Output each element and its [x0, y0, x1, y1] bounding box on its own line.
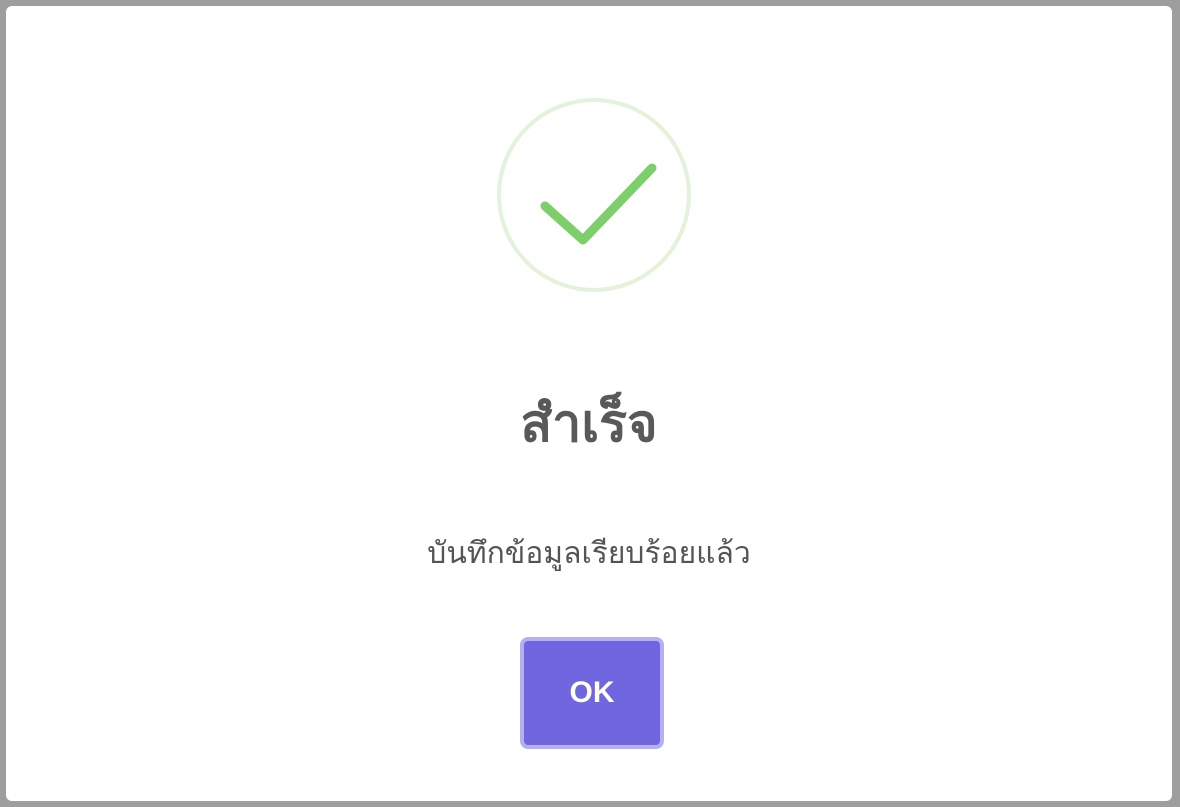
ok-button[interactable]: OK: [520, 637, 664, 749]
success-check-icon: [497, 98, 691, 292]
success-dialog: สำเร็จ บันทึกข้อมูลเรียบร้อยแล้ว OK: [6, 6, 1172, 801]
check-icon: [540, 163, 657, 245]
dialog-message: บันทึกข้อมูลเรียบร้อยแล้ว: [427, 536, 751, 571]
dialog-title: สำเร็จ: [520, 394, 658, 454]
